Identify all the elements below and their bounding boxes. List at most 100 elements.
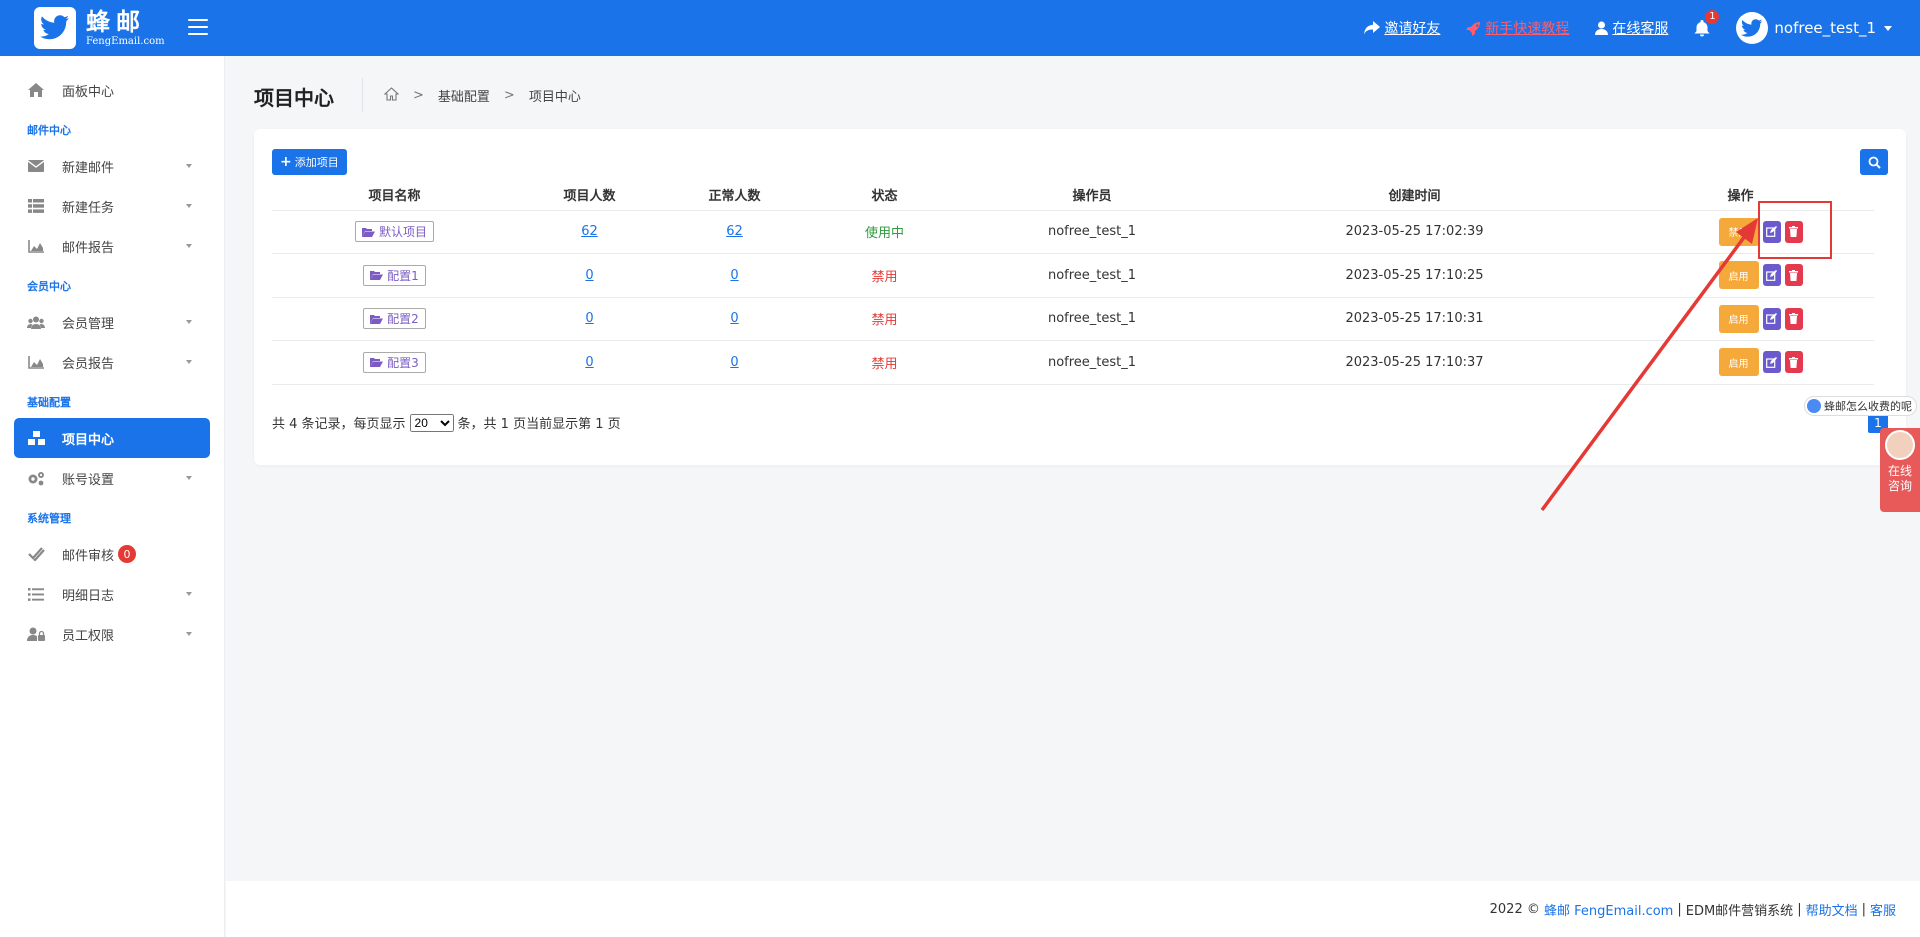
member-count-link[interactable]: 0: [585, 268, 593, 283]
footer-brand-link[interactable]: 蜂邮 FengEmail.com: [1544, 900, 1673, 919]
delete-button[interactable]: [1784, 351, 1803, 374]
sidebar-item-account-settings[interactable]: 账号设置: [14, 458, 210, 498]
member-count-link[interactable]: 0: [585, 311, 593, 326]
notification-button[interactable]: 1: [1694, 9, 1720, 37]
menu-toggle-icon[interactable]: [188, 17, 208, 37]
chevron-down-icon: [186, 360, 192, 364]
operator-cell: nofree_test_1: [962, 210, 1222, 254]
project-name-tag[interactable]: 配置2: [363, 308, 426, 330]
plus-icon: +: [280, 154, 292, 170]
user-lock-icon: [26, 624, 46, 644]
member-count-link[interactable]: 0: [585, 355, 593, 370]
table-row: 配置1 0 0 禁用 nofree_test_1 2023-05-25 17:10:25 启…: [272, 253, 1874, 298]
pagination-info: 共 4 条记录，每页显示 20 条，共 1 页当前显示第 1 页: [272, 413, 621, 432]
table-row: 配置3 0 0 禁用 nofree_test_1 2023-05-25 17:10:37 启…: [272, 340, 1874, 385]
service-label: 在线客服: [1612, 21, 1669, 37]
top-bar: 蜂邮 FengEmail.com 邀请好友 新手快速教程 在线客服 1 nofr…: [0, 0, 1920, 56]
tutorial-link[interactable]: 新手快速教程: [1466, 18, 1569, 38]
trash-icon: [1789, 356, 1798, 368]
toggle-status-button[interactable]: 启用: [1718, 261, 1759, 290]
sidebar-group-system: 系统管理: [27, 512, 71, 525]
toggle-status-button[interactable]: 启用: [1718, 304, 1759, 333]
project-name-tag[interactable]: 配置1: [363, 264, 426, 286]
member-count-cell: 0: [517, 253, 662, 298]
folder-open-icon: [370, 271, 384, 281]
delete-button[interactable]: [1784, 264, 1803, 287]
normal-count-link[interactable]: 62: [726, 224, 743, 239]
project-name-cell: 配置2: [272, 297, 517, 341]
consult-label-1: 在线: [1887, 464, 1912, 478]
actions-cell: 启用: [1607, 253, 1874, 298]
add-project-button[interactable]: + 添加项目: [272, 149, 347, 175]
user-icon: [1595, 21, 1609, 35]
normal-count-link[interactable]: 0: [730, 268, 738, 283]
sidebar-item-mail-report[interactable]: 邮件报告: [14, 226, 210, 266]
chevron-down-icon: [186, 244, 192, 248]
chat-prompt-bubble[interactable]: 蜂邮怎么收费的呢: [1804, 396, 1917, 416]
list-icon: [26, 196, 46, 216]
project-name: 配置3: [387, 355, 419, 370]
breadcrumb-item[interactable]: 基础配置: [438, 86, 490, 105]
sidebar-item-project-center[interactable]: 项目中心: [14, 418, 210, 458]
chat-bubble-text: 蜂邮怎么收费的呢: [1824, 400, 1912, 413]
rocket-icon: [1466, 21, 1481, 36]
home-icon[interactable]: [383, 86, 400, 105]
edit-icon: [1766, 269, 1777, 281]
sidebar-item-member-report[interactable]: 会员报告: [14, 342, 210, 382]
sidebar-item-member-mgmt[interactable]: 会员管理: [14, 302, 210, 342]
trash-icon: [1789, 313, 1798, 325]
created-time-cell: 2023-05-25 17:10:31: [1222, 297, 1607, 341]
member-count-link[interactable]: 62: [581, 224, 598, 239]
edit-icon: [1766, 313, 1777, 325]
operator-cell: nofree_test_1: [962, 253, 1222, 298]
invite-link[interactable]: 邀请好友: [1364, 18, 1440, 38]
pager-prefix: 共 4 条记录，每页显示: [272, 417, 406, 432]
project-name: 默认项目: [378, 225, 427, 240]
normal-count-link[interactable]: 0: [730, 355, 738, 370]
footer-help-link[interactable]: 帮助文档: [1806, 900, 1858, 919]
member-count-cell: 0: [517, 340, 662, 385]
sidebar-item-dashboard[interactable]: 面板中心: [14, 70, 210, 110]
sidebar-item-label: 明细日志: [62, 588, 115, 604]
status-cell: 禁用: [807, 297, 962, 341]
column-header: 操作员: [962, 179, 1222, 211]
review-count-badge: 0: [118, 545, 137, 563]
sidebar-item-mail-review[interactable]: 邮件审核 0: [14, 534, 210, 574]
caret-down-icon: [1884, 25, 1892, 31]
footer-support-link[interactable]: 客服: [1870, 900, 1896, 919]
edit-button[interactable]: [1762, 264, 1781, 287]
share-icon: [1364, 21, 1381, 35]
sidebar-item-staff-perm[interactable]: 员工权限: [14, 614, 210, 654]
toggle-status-button[interactable]: 禁用: [1718, 217, 1759, 246]
page-title: 项目中心: [254, 86, 334, 110]
service-link[interactable]: 在线客服: [1595, 18, 1668, 38]
sidebar-group-mail: 邮件中心: [27, 124, 71, 137]
footer-divider: |: [1861, 901, 1866, 917]
table-header-row: 项目名称 项目人数 正常人数 状态 操作员 创建时间 操作: [272, 179, 1874, 211]
edit-button[interactable]: [1762, 307, 1781, 330]
footer-desc: EDM邮件营销系统: [1685, 903, 1794, 919]
project-name-tag[interactable]: 默认项目: [354, 221, 434, 243]
sidebar: 面板中心 邮件中心 新建邮件 新建任务 邮件报告 会员中心 会员管理 会员报告 …: [0, 56, 225, 937]
sidebar-item-detail-log[interactable]: 明细日志: [14, 574, 210, 614]
breadcrumb-item: 项目中心: [528, 90, 581, 105]
normal-count-link[interactable]: 0: [730, 311, 738, 326]
sidebar-item-new-mail[interactable]: 新建邮件: [14, 146, 210, 186]
column-header: 项目人数: [517, 179, 662, 211]
user-menu[interactable]: nofree_test_1: [1736, 12, 1892, 44]
users-icon: [26, 312, 46, 332]
edit-button[interactable]: [1762, 351, 1781, 374]
sidebar-item-label: 新建邮件: [62, 160, 115, 176]
toggle-status-button[interactable]: 启用: [1718, 348, 1759, 377]
chevron-down-icon: [186, 204, 192, 208]
sidebar-item-new-task[interactable]: 新建任务: [14, 186, 210, 226]
brand-sub: FengEmail.com: [86, 35, 165, 47]
online-consult-widget[interactable]: 在线 咨询: [1880, 428, 1920, 512]
search-button[interactable]: [1860, 149, 1888, 175]
delete-button[interactable]: [1784, 307, 1803, 330]
page-size-select[interactable]: 20: [409, 413, 454, 432]
status-text: 禁用: [871, 269, 898, 285]
actions-cell: 启用: [1607, 297, 1874, 341]
project-name-tag[interactable]: 配置3: [363, 351, 426, 373]
agent-avatar: [1885, 430, 1915, 460]
